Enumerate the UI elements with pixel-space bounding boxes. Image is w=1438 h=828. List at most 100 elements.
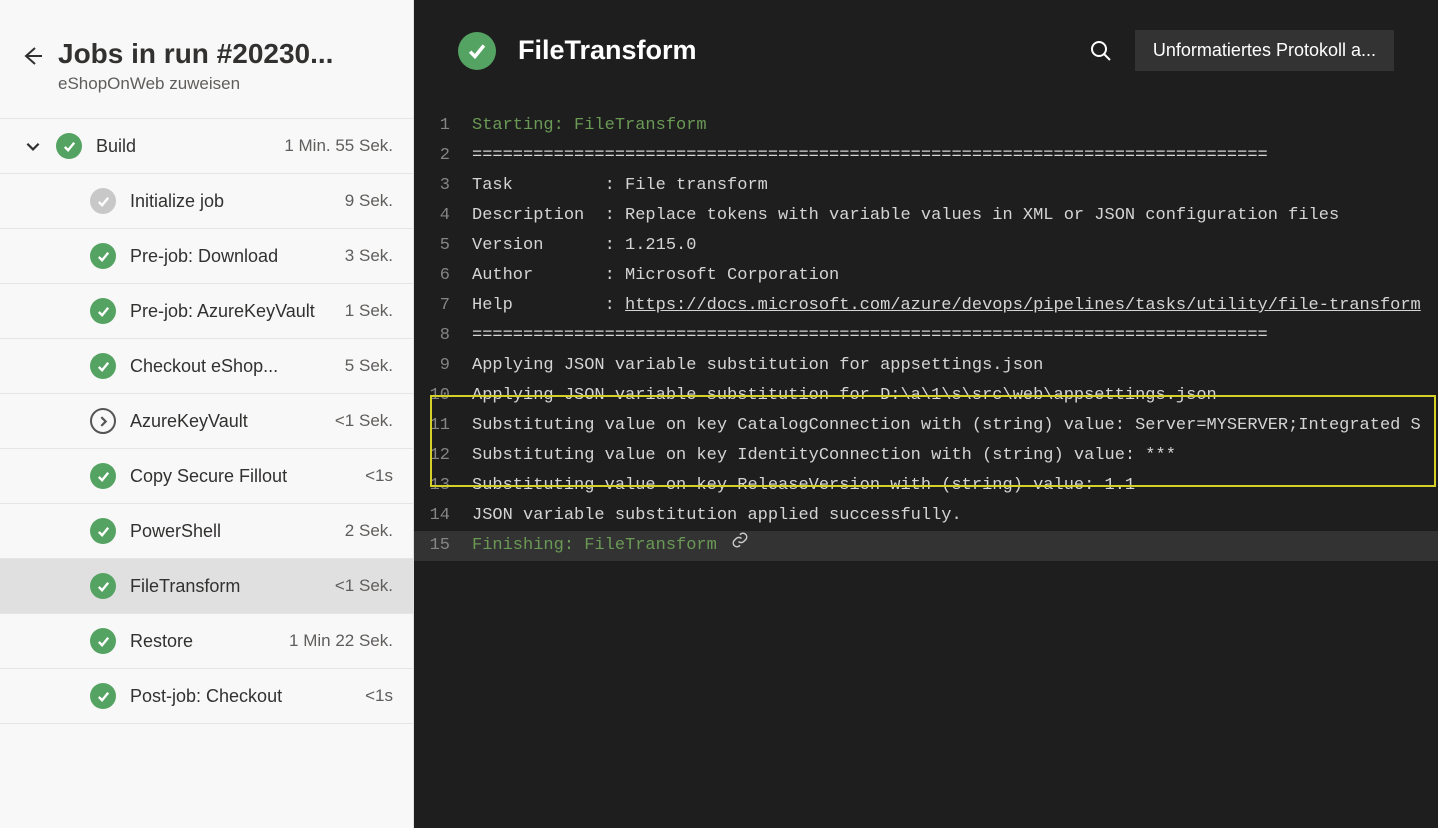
step-row[interactable]: Pre-job: AzureKeyVault1 Sek. [0,284,413,339]
line-number[interactable]: 2 [414,141,472,171]
job-header-row[interactable]: Build 1 Min. 55 Sek. [0,119,413,174]
step-row[interactable]: Initialize job 9 Sek. [0,174,413,229]
line-number[interactable]: 8 [414,321,472,351]
success-icon [90,518,116,544]
step-duration: <1 Sek. [335,411,393,431]
log-line[interactable]: 13Substituting value on key ReleaseVersi… [414,471,1438,501]
step-duration: 1 Min 22 Sek. [289,631,393,651]
log-line[interactable]: 6Author : Microsoft Corporation [414,261,1438,291]
step-duration: <1s [365,466,393,486]
back-arrow-icon[interactable] [20,44,44,68]
line-number[interactable]: 6 [414,261,472,291]
line-content: Help : https://docs.microsoft.com/azure/… [472,291,1421,321]
line-content: Version : 1.215.0 [472,231,696,261]
step-label: Checkout eShop... [130,356,331,377]
success-icon [458,32,496,70]
log-viewer[interactable]: 1Starting: FileTransform2===============… [414,101,1438,828]
line-number[interactable]: 3 [414,171,472,201]
log-line[interactable]: 2=======================================… [414,141,1438,171]
step-duration: 5 Sek. [345,356,393,376]
line-number[interactable]: 10 [414,381,472,411]
log-line[interactable]: 9Applying JSON variable substitution for… [414,351,1438,381]
line-content: JSON variable substitution applied succe… [472,501,962,531]
success-icon [90,243,116,269]
log-line[interactable]: 5Version : 1.215.0 [414,231,1438,261]
line-number[interactable]: 14 [414,501,472,531]
step-label: PowerShell [130,521,331,542]
line-content: Substituting value on key CatalogConnect… [472,411,1421,441]
line-content: Finishing: FileTransform [472,531,717,561]
log-line[interactable]: 4Description : Replace tokens with varia… [414,201,1438,231]
line-content: ========================================… [472,141,1268,171]
line-number[interactable]: 12 [414,441,472,471]
log-line[interactable]: 10Applying JSON variable substitution fo… [414,381,1438,411]
line-content: Author : Microsoft Corporation [472,261,839,291]
log-line[interactable]: 14JSON variable substitution applied suc… [414,501,1438,531]
success-icon [90,353,116,379]
job-label: Build [96,136,270,157]
chevron-right-icon [90,408,116,434]
step-duration: <1s [365,686,393,706]
line-content: Substituting value on key ReleaseVersion… [472,471,1135,501]
help-link[interactable]: https://docs.microsoft.com/azure/devops/… [625,296,1421,315]
line-number[interactable]: 13 [414,471,472,501]
success-icon [90,463,116,489]
main-header: FileTransform Unformatiertes Protokoll a… [414,0,1438,101]
log-line[interactable]: 15Finishing: FileTransform [414,531,1438,561]
line-number[interactable]: 15 [414,531,472,561]
step-row[interactable]: Post-job: Checkout <1s [0,669,413,724]
line-number[interactable]: 7 [414,291,472,321]
line-content: Task : File transform [472,171,768,201]
log-line[interactable]: 11Substituting value on key CatalogConne… [414,411,1438,441]
line-number[interactable]: 4 [414,201,472,231]
raw-log-button[interactable]: Unformatiertes Protokoll a... [1135,30,1394,71]
log-line[interactable]: 8=======================================… [414,321,1438,351]
chevron-down-icon[interactable] [24,137,42,155]
step-label: AzureKeyVault [130,411,321,432]
page-subtitle: eShopOnWeb zuweisen [58,74,393,94]
step-label: Copy Secure Fillout [130,466,351,487]
step-label: FileTransform [130,576,321,597]
success-icon [90,298,116,324]
line-content: Starting: FileTransform [472,111,707,141]
step-row[interactable]: Copy Secure Fillout <1s [0,449,413,504]
line-content: ========================================… [472,321,1268,351]
line-number[interactable]: 5 [414,231,472,261]
log-line[interactable]: 3Task : File transform [414,171,1438,201]
step-duration: 9 Sek. [345,191,393,211]
step-duration: 3 Sek. [345,246,393,266]
page-title: Jobs in run #20230... [58,38,393,70]
log-line[interactable]: 1Starting: FileTransform [414,111,1438,141]
line-number[interactable]: 11 [414,411,472,441]
step-row[interactable]: Restore 1 Min 22 Sek. [0,614,413,669]
step-row[interactable]: AzureKeyVault <1 Sek. [0,394,413,449]
line-number[interactable]: 9 [414,351,472,381]
step-row[interactable]: Pre-job: Download 3 Sek. [0,229,413,284]
success-icon [90,573,116,599]
step-duration: 1 Sek. [345,301,393,321]
step-label: Restore [130,631,275,652]
log-line[interactable]: 12Substituting value on key IdentityConn… [414,441,1438,471]
sidebar: Jobs in run #20230... eShopOnWeb zuweise… [0,0,414,828]
job-duration: 1 Min. 55 Sek. [284,136,393,156]
search-icon[interactable] [1089,39,1113,63]
step-row[interactable]: FileTransform <1 Sek. [0,559,413,614]
line-content: Applying JSON variable substitution for … [472,381,1217,411]
link-icon[interactable] [731,531,749,549]
step-duration: <1 Sek. [335,576,393,596]
step-row[interactable]: PowerShell 2 Sek. [0,504,413,559]
main-panel: FileTransform Unformatiertes Protokoll a… [414,0,1438,828]
step-row[interactable]: Checkout eShop... 5 Sek. [0,339,413,394]
step-label: Post-job: Checkout [130,686,351,707]
step-duration: 2 Sek. [345,521,393,541]
success-icon [90,628,116,654]
task-title: FileTransform [518,35,1067,66]
step-label: Initialize job [130,191,331,212]
line-content: Description : Replace tokens with variab… [472,201,1339,231]
log-line[interactable]: 7Help : https://docs.microsoft.com/azure… [414,291,1438,321]
success-icon [90,683,116,709]
step-label: Pre-job: Download [130,246,331,267]
line-content: Applying JSON variable substitution for … [472,351,1043,381]
line-number[interactable]: 1 [414,111,472,141]
success-icon [90,188,116,214]
